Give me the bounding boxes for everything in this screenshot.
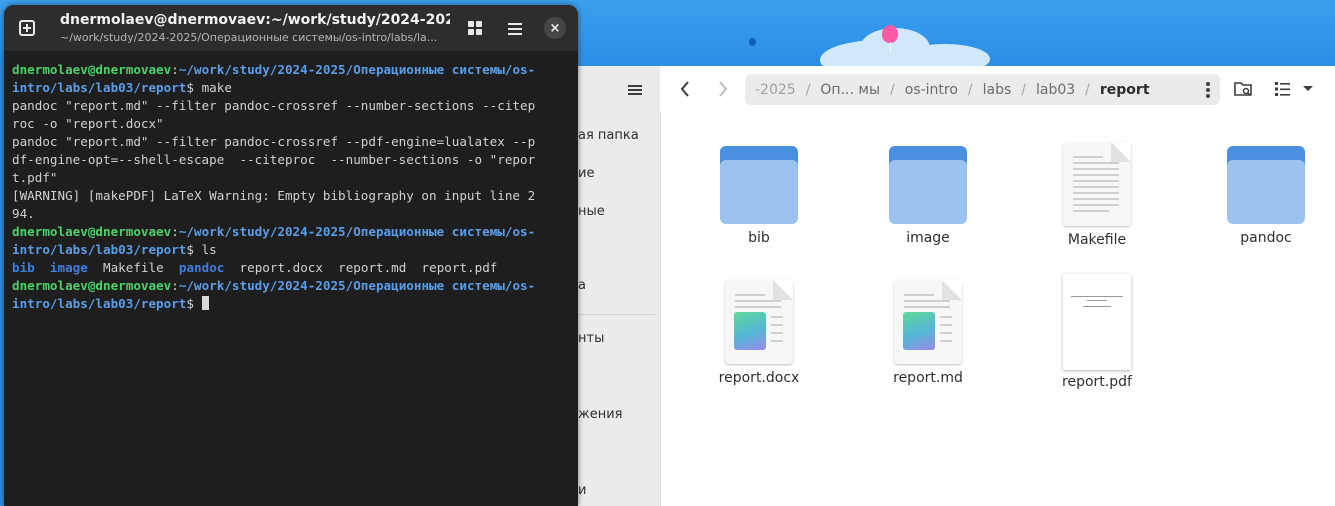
file-name: report.docx [718,370,800,386]
ls-dir: bib [12,260,35,275]
prompt-user: dnermolaev@dnermovaev [12,278,172,293]
prompt-path: intro/labs/lab03/report [12,242,187,257]
new-tab-button[interactable] [12,14,42,42]
close-icon: × [544,17,566,39]
sidebar-item-label[interactable]: а [578,278,586,293]
header-bar: -2025 / Оп... мы / os-intro / labs / lab… [660,66,1335,112]
output-line: df-engine-opt=--shell-escape --citeproc … [12,152,536,167]
menu-icon [628,85,642,95]
file-item-bib[interactable]: bib [699,146,819,246]
tab-overview-button[interactable] [460,14,490,42]
terminal-window[interactable]: dnermolaev@dnermovaev:~/work/study/2024-… [4,5,578,506]
menu-icon [508,23,522,35]
back-button[interactable] [672,76,698,102]
terminal-header: dnermolaev@dnermovaev:~/work/study/2024-… [4,5,578,51]
chevron-right-icon [719,81,728,97]
command-text: ls [193,242,217,257]
file-item-makefile[interactable]: Makefile [1037,142,1157,248]
terminal-menu-button[interactable] [500,14,530,42]
main-menu-button[interactable] [620,78,650,102]
file-manager-window: ая папка ие ные а нты жения и -2025 / Оп… [560,66,1335,506]
output-line: t.pdf" [12,170,58,185]
window-title: dnermolaev@dnermovaev:~/work/study/2024-… [60,12,450,28]
prompt-user: dnermolaev@dnermovaev [12,62,172,77]
prompt-user: dnermolaev@dnermovaev [12,224,172,239]
breadcrumb-item[interactable]: Оп... мы [810,82,890,98]
output-line: [WARNING] [makePDF] LaTeX Warning: Empty… [12,188,536,203]
path-menu-button[interactable] [1206,82,1210,98]
window-subtitle: ~/work/study/2024-2025/Операционные сист… [60,31,438,44]
file-item-report-docx[interactable]: report.docx [699,280,819,386]
text-file-icon [1063,142,1131,228]
document-file-icon [894,280,962,366]
breadcrumb-item[interactable]: lab03 [1026,82,1085,98]
chevron-down-icon[interactable] [1302,84,1314,94]
folder-search-icon[interactable] [1234,80,1254,98]
prompt-path: ~/work/study/2024-2025/Операционные сист… [178,62,536,77]
document-file-icon [725,280,793,366]
file-grid: bib image Makefile pandoc report.docx re… [660,112,1335,506]
ls-file: report.docx [239,260,323,275]
command-text: make [193,80,232,95]
file-name: bib [748,230,770,246]
balloon-icon [882,25,898,43]
ls-file: report.pdf [421,260,498,275]
breadcrumb-item[interactable]: os-intro [895,82,968,98]
forward-button[interactable] [710,76,736,102]
prompt-path: ~/work/study/2024-2025/Операционные сист… [178,278,536,293]
file-item-report-md[interactable]: report.md [868,280,988,386]
prompt-path: intro/labs/lab03/report [12,80,187,95]
close-button[interactable]: × [540,14,570,42]
terminal-output[interactable]: dnermolaev@dnermovaev:~/work/study/2024-… [12,61,572,313]
grid-icon [468,21,482,35]
text-cursor [201,296,209,310]
sidebar-item-label[interactable]: ие [578,166,594,181]
pdf-thumbnail-icon [1063,274,1131,370]
ls-dir: pandoc [178,260,225,275]
folder-icon [889,146,967,226]
folder-icon [1227,146,1305,226]
sidebar-item-label[interactable]: и [578,483,586,498]
ls-file: Makefile [103,260,164,275]
output-line: roc -o "report.docx" [12,116,164,131]
ls-dir: image [49,260,88,275]
sidebar-item-label[interactable]: ая папка [578,128,639,143]
output-line: 94. [12,206,35,221]
sidebar-item-label[interactable]: нты [578,331,604,346]
drop-icon [749,38,756,46]
breadcrumb: -2025 / Оп... мы / os-intro / labs / lab… [745,74,1220,105]
folder-icon [720,146,798,226]
prompt-path: ~/work/study/2024-2025/Операционные сист… [178,224,536,239]
breadcrumb-item[interactable]: -2025 [745,82,806,98]
file-item-report-pdf[interactable]: report.pdf [1037,274,1157,390]
file-name: report.pdf [1062,374,1132,390]
sidebar-item-label[interactable]: жения [578,407,622,422]
breadcrumb-item[interactable]: labs [973,82,1022,98]
output-line: pandoc "report.md" --filter pandoc-cross… [12,134,536,149]
file-item-pandoc[interactable]: pandoc [1206,146,1326,246]
file-name: report.md [893,370,963,386]
balloon-string [890,42,891,52]
list-view-icon[interactable] [1274,80,1294,98]
sidebar-item-label[interactable]: ные [578,204,605,219]
prompt-path: intro/labs/lab03/report [12,296,187,311]
new-tab-icon [19,20,35,36]
file-name: pandoc [1240,230,1292,246]
chevron-left-icon [680,81,689,97]
breadcrumb-current[interactable]: report [1090,82,1160,98]
file-name: image [906,230,950,246]
ls-file: report.md [338,260,407,275]
file-name: Makefile [1067,232,1127,248]
output-line: pandoc "report.md" --filter pandoc-cross… [12,98,536,113]
file-item-image[interactable]: image [868,146,988,246]
